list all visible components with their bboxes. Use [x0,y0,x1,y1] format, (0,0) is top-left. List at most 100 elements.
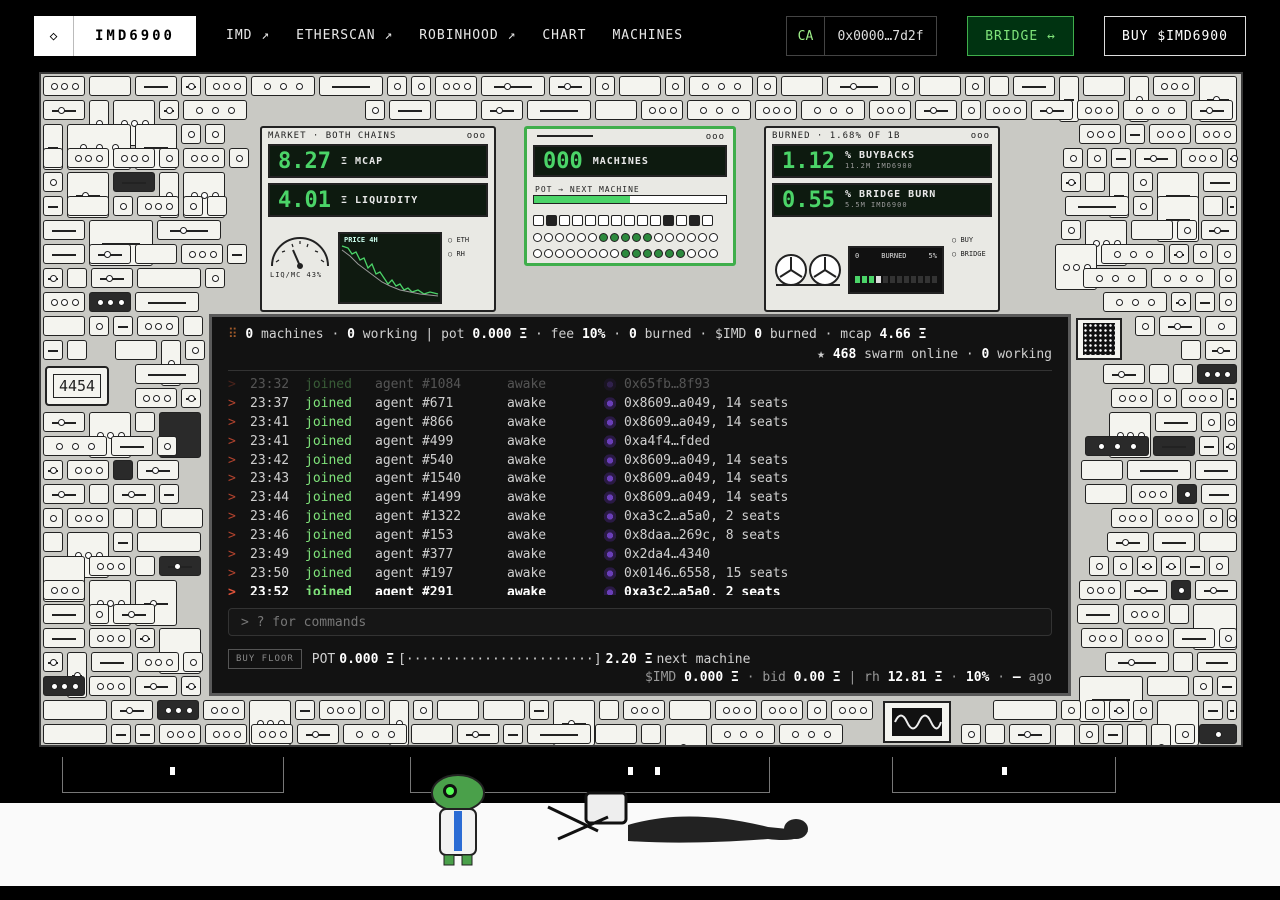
radio-eth[interactable]: ○ ETH [448,236,469,244]
log-agent[interactable]: agent #499 [375,434,507,449]
log-wallet[interactable]: 0xa3c2…a5a0, 2 seats [624,509,781,524]
log-agent[interactable]: agent #1540 [375,471,507,486]
control-tile [43,100,85,120]
control-tile [137,652,179,672]
control-tile [185,340,205,360]
nav-link-imd[interactable]: IMD ↗ [226,28,270,43]
prompt-icon: > [228,546,236,562]
control-tile [1127,460,1191,480]
log-agent[interactable]: agent #291 [375,585,507,595]
worker-dot [676,249,685,258]
control-tile [1175,724,1195,744]
qr-icon [1076,318,1122,360]
machine-slot [676,215,687,226]
log-wallet[interactable]: 0x8609…a049, 14 seats [624,490,788,505]
liquidity-label: Ξ LIQUIDITY [340,194,419,206]
log-agent[interactable]: agent #540 [375,453,507,468]
bridge-button[interactable]: BRIDGE ↔ [967,16,1074,56]
control-tile [1151,724,1171,745]
nav-link-etherscan[interactable]: ETHERSCAN ↗ [296,28,393,43]
control-tile [1109,700,1129,720]
log-wallet[interactable]: 0xa3c2…a5a0, 2 seats [624,585,781,595]
buy-button[interactable]: BUY $IMD6900 [1104,16,1246,56]
control-tile [183,316,203,336]
meter-bar [911,276,916,283]
buy-floor-button[interactable]: BUY FLOOR [228,649,302,669]
control-tile [483,700,525,720]
drag-handle-icon[interactable]: ⠿ [228,327,238,342]
log-agent[interactable]: agent #377 [375,547,507,562]
control-tile [985,724,1005,744]
control-tile [527,100,591,120]
control-tile [89,244,131,264]
log-agent[interactable]: agent #1322 [375,509,507,524]
radio-rh[interactable]: ○ RH [448,250,465,258]
worker-dot [533,249,542,258]
machine-slot [546,215,557,226]
contract-address-button[interactable]: CA 0x0000…7d2f [786,16,937,56]
control-tile [67,196,109,216]
log-event: joined [305,395,352,411]
log-wallet[interactable]: 0x8609…a049, 14 seats [624,396,788,411]
meter-bar [869,276,874,283]
terminal[interactable]: ⠿ 0 machines · 0 working | pot 0.000 Ξ ·… [209,314,1071,696]
log-wallet[interactable]: 0x2da4…4340 [624,547,710,562]
command-input[interactable]: > ? for commands [228,608,1052,636]
nav-link-machines[interactable]: MACHINES [612,28,683,43]
control-tile [1061,700,1081,720]
stat-working: 0 [347,327,355,342]
control-tile [689,76,753,96]
machine-slot [637,215,648,226]
log-wallet[interactable]: 0x0146…6558, 15 seats [624,566,788,581]
control-tile [1195,460,1237,480]
control-tile [757,76,777,96]
log-agent[interactable]: agent #153 [375,528,507,543]
log-agent[interactable]: agent #671 [375,396,507,411]
control-tile [1195,292,1215,312]
lab-scene [0,747,1280,886]
log-agent[interactable]: agent #866 [375,415,507,430]
log-wallet[interactable]: 0x65fb…8f93 [624,377,710,392]
nav-link-chart[interactable]: CHART [542,28,586,43]
worker-dot [588,233,597,242]
control-tile [1227,148,1238,168]
control-tile [1089,556,1109,576]
log-agent[interactable]: agent #1499 [375,490,507,505]
log-agent[interactable]: agent #1084 [375,377,507,392]
pot-label: POT [311,651,336,667]
stat-pot-label: pot [441,327,465,342]
log-wallet[interactable]: 0x8609…a049, 14 seats [624,415,788,430]
worker-dot [566,233,575,242]
log-wallet[interactable]: 0x8daa…269c, 8 seats [624,528,781,543]
worker-dot [621,233,630,242]
control-tile [801,100,865,120]
log-wallet[interactable]: 0x8609…a049, 14 seats [624,471,788,486]
control-tile [1085,172,1105,192]
log-event: joined [305,433,352,449]
control-tile [761,700,803,720]
log-wallet[interactable]: 0xa4f4…fded [624,434,710,449]
event-log[interactable]: >23:32 joined agent #1084 awake 0x65fb…8f93 >… [228,375,1058,595]
control-tile [1061,220,1081,240]
log-state: awake [507,509,547,525]
radio-buy[interactable]: ○ BUY [952,236,973,244]
burned-header: BURNED · 1.68% OF 1B [772,131,901,141]
log-agent[interactable]: agent #197 [375,566,507,581]
stat-burned-label: burned [644,327,692,342]
control-tile [1123,100,1187,120]
control-tile [67,460,109,480]
machines-display: 000 MACHINES [533,145,727,177]
control-tile [1111,388,1153,408]
log-wallet[interactable]: 0x8609…a049, 14 seats [624,453,788,468]
radio-bridge[interactable]: ○ BRIDGE [952,250,986,258]
burn-meter-label: BURNED [881,252,907,260]
gauge-icon [271,237,329,269]
control-tile [113,172,155,192]
ca-address: 0x0000…7d2f [837,28,924,44]
liquidity-value: 4.01 [278,187,331,213]
price-chart[interactable]: PRICE 4H [338,232,442,304]
nav-link-robinhood[interactable]: ROBINHOOD ↗ [419,28,516,43]
control-tile [1135,316,1155,336]
control-tile [1083,268,1147,288]
logo[interactable]: ◇ IMD6900 [34,16,196,56]
